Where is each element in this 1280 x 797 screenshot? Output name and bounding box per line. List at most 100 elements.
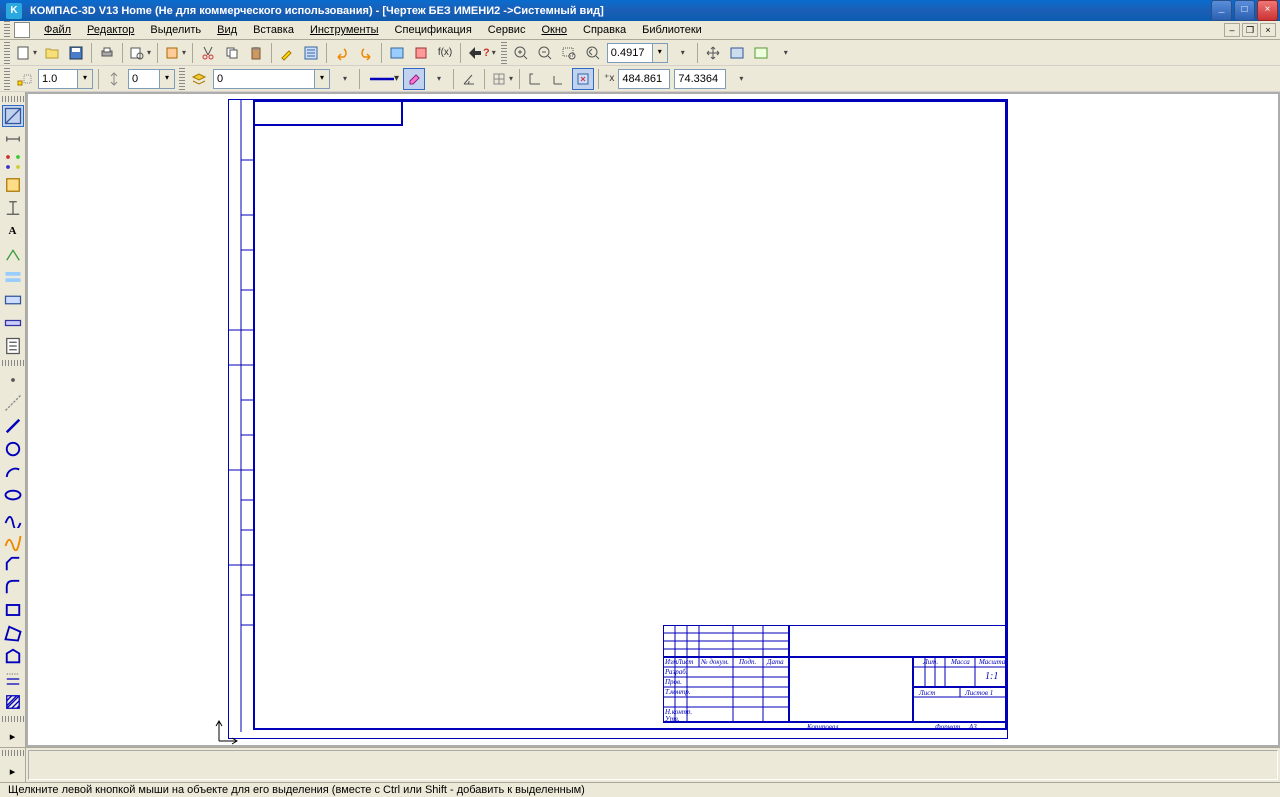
aux-line-btn[interactable] bbox=[2, 392, 24, 414]
spline-btn[interactable] bbox=[2, 507, 24, 529]
line-btn[interactable] bbox=[2, 415, 24, 437]
coord-toggle[interactable] bbox=[572, 68, 594, 90]
close-button[interactable]: × bbox=[1257, 0, 1278, 21]
layer2-combo[interactable]: ▾ bbox=[213, 69, 330, 89]
coord-y-input[interactable] bbox=[675, 70, 725, 88]
hatch-btn[interactable] bbox=[2, 691, 24, 713]
menu-editor[interactable]: Редактор bbox=[79, 22, 142, 38]
zoom-all-button[interactable] bbox=[726, 42, 748, 64]
toolbar-grip[interactable] bbox=[4, 42, 10, 64]
grid-btn[interactable] bbox=[489, 68, 515, 90]
mdi-minimize-button[interactable]: – bbox=[1224, 23, 1240, 37]
bezier-btn[interactable] bbox=[2, 530, 24, 552]
zoom-input[interactable] bbox=[608, 44, 652, 62]
maximize-button[interactable]: □ bbox=[1234, 0, 1255, 21]
brush-button[interactable] bbox=[276, 42, 298, 64]
menu-tools[interactable]: Инструменты bbox=[302, 22, 387, 38]
scale-combo[interactable]: ▾ bbox=[38, 69, 93, 89]
print-button[interactable] bbox=[96, 42, 118, 64]
menu-select[interactable]: Выделить bbox=[142, 22, 209, 38]
params-panel-btn[interactable] bbox=[2, 266, 24, 288]
cut-button[interactable] bbox=[197, 42, 219, 64]
rect-btn[interactable] bbox=[2, 599, 24, 621]
menu-window[interactable]: Окно bbox=[533, 22, 575, 38]
play-btn[interactable]: ▸ bbox=[2, 760, 24, 782]
minimize-button[interactable]: _ bbox=[1211, 0, 1232, 21]
circle-btn[interactable] bbox=[2, 438, 24, 460]
zoom-combo[interactable]: ▾ bbox=[607, 43, 668, 63]
menu-libs[interactable]: Библиотеки bbox=[634, 22, 710, 38]
toolbar-grip[interactable] bbox=[501, 42, 507, 64]
fillet-btn[interactable] bbox=[2, 576, 24, 598]
zoom-out-button[interactable] bbox=[534, 42, 556, 64]
rough-panel-btn[interactable] bbox=[2, 243, 24, 265]
property-bar[interactable] bbox=[28, 750, 1278, 780]
arc-btn[interactable] bbox=[2, 461, 24, 483]
mdi-close-button[interactable]: × bbox=[1260, 23, 1276, 37]
dropdown-icon[interactable]: ▾ bbox=[652, 44, 667, 62]
menu-spec[interactable]: Спецификация bbox=[387, 22, 480, 38]
layer2-input[interactable] bbox=[214, 70, 314, 88]
chamfer-btn[interactable] bbox=[2, 553, 24, 575]
system-menu-icon[interactable] bbox=[14, 22, 30, 38]
edit-panel-btn[interactable] bbox=[2, 174, 24, 196]
toolbar-grip[interactable] bbox=[179, 68, 185, 90]
select-panel-btn[interactable] bbox=[2, 312, 24, 334]
toolbar-grip[interactable] bbox=[2, 750, 24, 756]
layer-combo[interactable]: ▾ bbox=[128, 69, 175, 89]
preview-button[interactable] bbox=[127, 42, 153, 64]
manager-button[interactable] bbox=[162, 42, 188, 64]
redo-button[interactable] bbox=[355, 42, 377, 64]
toolbar-grip[interactable] bbox=[2, 716, 24, 722]
menu-insert[interactable]: Вставка bbox=[245, 22, 302, 38]
undo-button[interactable] bbox=[331, 42, 353, 64]
view-panel-btn[interactable] bbox=[2, 151, 24, 173]
paste-button[interactable] bbox=[245, 42, 267, 64]
zoom-prev-button[interactable] bbox=[582, 42, 604, 64]
eraser-dd[interactable] bbox=[427, 68, 449, 90]
layers-btn[interactable] bbox=[188, 68, 210, 90]
polygon-btn[interactable] bbox=[2, 622, 24, 644]
menu-help[interactable]: Справка bbox=[575, 22, 634, 38]
menu-view[interactable]: Вид bbox=[209, 22, 245, 38]
linetype-dd[interactable]: ▾ bbox=[364, 68, 401, 90]
coord-more-btn[interactable] bbox=[729, 68, 751, 90]
zoom-window-button[interactable] bbox=[558, 42, 580, 64]
open-button[interactable] bbox=[41, 42, 63, 64]
desig-panel-btn[interactable] bbox=[2, 197, 24, 219]
toolbar-grip[interactable] bbox=[4, 68, 10, 90]
point-btn[interactable] bbox=[2, 369, 24, 391]
geometry-panel-btn[interactable] bbox=[2, 105, 24, 127]
layer-input[interactable] bbox=[129, 70, 159, 88]
zoom-in-button[interactable] bbox=[510, 42, 532, 64]
menu-grip[interactable] bbox=[4, 21, 10, 39]
more-view-button[interactable] bbox=[774, 42, 796, 64]
toolbar-grip[interactable] bbox=[2, 360, 24, 366]
library-button[interactable] bbox=[386, 42, 408, 64]
new-button[interactable] bbox=[13, 42, 39, 64]
angle-btn[interactable] bbox=[458, 68, 480, 90]
coord-x-input[interactable] bbox=[619, 70, 669, 88]
eraser-btn[interactable] bbox=[403, 68, 425, 90]
dimensions-panel-btn[interactable] bbox=[2, 128, 24, 150]
scale-btn[interactable] bbox=[13, 68, 35, 90]
canvas-area[interactable]: Изм Лист № докум. Подп. Дата Разраб. Про… bbox=[26, 92, 1280, 747]
ortho-btn[interactable] bbox=[524, 68, 546, 90]
step-btn[interactable] bbox=[103, 68, 125, 90]
refresh-button[interactable] bbox=[750, 42, 772, 64]
ellipse-btn[interactable] bbox=[2, 484, 24, 506]
ortho-toggle[interactable] bbox=[548, 68, 570, 90]
canvas[interactable]: Изм Лист № докум. Подп. Дата Разраб. Про… bbox=[28, 94, 1278, 745]
mdi-restore-button[interactable]: ❐ bbox=[1242, 23, 1258, 37]
copy-button[interactable] bbox=[221, 42, 243, 64]
zoom-history-button[interactable] bbox=[671, 42, 693, 64]
toolbar-grip[interactable] bbox=[2, 96, 24, 102]
measure-panel-btn[interactable] bbox=[2, 289, 24, 311]
menu-file[interactable]: Файл bbox=[36, 22, 79, 38]
layer-more-btn[interactable] bbox=[333, 68, 355, 90]
help-button[interactable]: ? bbox=[465, 42, 498, 64]
scale-input[interactable] bbox=[39, 70, 77, 88]
pan-button[interactable] bbox=[702, 42, 724, 64]
text-panel-btn[interactable]: A bbox=[2, 220, 24, 242]
save-button[interactable] bbox=[65, 42, 87, 64]
